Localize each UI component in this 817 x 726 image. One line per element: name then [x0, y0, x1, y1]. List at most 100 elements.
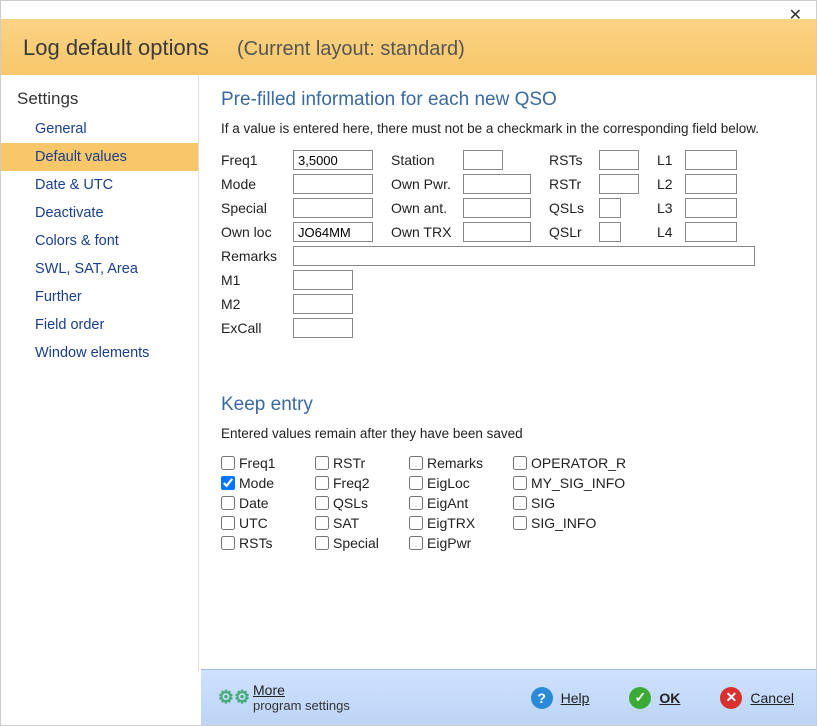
main-panel: Pre-filled information for each new QSO … [199, 75, 816, 671]
checkbox[interactable] [513, 476, 527, 490]
input-excall[interactable] [293, 318, 353, 338]
label-m1: M1 [221, 272, 293, 288]
ok-icon: ✓ [629, 687, 651, 709]
input-ownloc[interactable] [293, 222, 373, 242]
checkbox-label: SIG [531, 495, 555, 511]
sidebar-item-field-order[interactable]: Field order [1, 311, 198, 339]
label-station: Station [391, 152, 463, 168]
keep-check-eigpwr[interactable]: EigPwr [409, 535, 509, 551]
keep-check-freq2[interactable]: Freq2 [315, 475, 405, 491]
header-layout: (Current layout: standard) [237, 38, 465, 61]
checkbox[interactable] [409, 456, 423, 470]
checkbox-label: MY_SIG_INFO [531, 475, 625, 491]
prefilled-grid: Freq1 Station RSTs L1 Mode Own Pwr. RSTr… [221, 150, 794, 242]
label-rsts: RSTs [549, 152, 599, 168]
prefilled-note: If a value is entered here, there must n… [221, 121, 794, 136]
input-l3[interactable] [685, 198, 737, 218]
input-ownant[interactable] [463, 198, 531, 218]
checkbox[interactable] [221, 456, 235, 470]
input-m1[interactable] [293, 270, 353, 290]
input-mode[interactable] [293, 174, 373, 194]
checkbox-label: Freq1 [239, 455, 276, 471]
checkbox[interactable] [315, 476, 329, 490]
keep-check-sig[interactable]: SIG [513, 495, 643, 511]
checkbox-label: SAT [333, 515, 359, 531]
checkbox[interactable] [513, 496, 527, 510]
label-mode: Mode [221, 176, 293, 192]
help-icon: ? [531, 687, 553, 709]
keep-check-remarks[interactable]: Remarks [409, 455, 509, 471]
label-l2: L2 [657, 176, 685, 192]
input-rstr[interactable] [599, 174, 639, 194]
sidebar-item-swl-sat-area[interactable]: SWL, SAT, Area [1, 255, 198, 283]
close-button[interactable]: ✕ [781, 3, 810, 27]
checkbox[interactable] [513, 456, 527, 470]
input-qsls[interactable] [599, 198, 621, 218]
checkbox[interactable] [315, 536, 329, 550]
keep-check-operator-r[interactable]: OPERATOR_R [513, 455, 643, 471]
keep-check-utc[interactable]: UTC [221, 515, 311, 531]
checkbox[interactable] [221, 536, 235, 550]
label-qsls: QSLs [549, 200, 599, 216]
input-qslr[interactable] [599, 222, 621, 242]
checkbox-label: Freq2 [333, 475, 370, 491]
keep-check-rstr[interactable]: RSTr [315, 455, 405, 471]
label-qslr: QSLr [549, 224, 599, 240]
prefilled-title: Pre-filled information for each new QSO [221, 89, 794, 111]
checkbox[interactable] [221, 496, 235, 510]
keep-check-sig-info[interactable]: SIG_INFO [513, 515, 643, 531]
input-freq1[interactable] [293, 150, 373, 170]
keep-check-my-sig-info[interactable]: MY_SIG_INFO [513, 475, 643, 491]
ok-button[interactable]: ✓ OK [629, 687, 680, 709]
header: Log default options (Current layout: sta… [1, 19, 816, 75]
sidebar-item-further[interactable]: Further [1, 283, 198, 311]
checkbox[interactable] [221, 516, 235, 530]
checkbox[interactable] [409, 536, 423, 550]
keep-check-special[interactable]: Special [315, 535, 405, 551]
keep-check-date[interactable]: Date [221, 495, 311, 511]
input-station[interactable] [463, 150, 503, 170]
checkbox[interactable] [221, 476, 235, 490]
input-rsts[interactable] [599, 150, 639, 170]
input-ownpwr[interactable] [463, 174, 531, 194]
label-freq1: Freq1 [221, 152, 293, 168]
input-owntrx[interactable] [463, 222, 531, 242]
keep-check-eigtrx[interactable]: EigTRX [409, 515, 509, 531]
sidebar-item-default-values[interactable]: Default values [1, 143, 198, 171]
keep-check-eigant[interactable]: EigAnt [409, 495, 509, 511]
keep-check-sat[interactable]: SAT [315, 515, 405, 531]
sidebar-title: Settings [1, 85, 198, 115]
sidebar-item-window-elements[interactable]: Window elements [1, 339, 198, 367]
keep-grid: Freq1 RSTrRemarksOPERATOR_R Mode Freq2 EigLo… [221, 455, 794, 551]
gears-icon: ⚙⚙ [223, 687, 245, 709]
checkbox[interactable] [315, 496, 329, 510]
input-special[interactable] [293, 198, 373, 218]
label-excall: ExCall [221, 320, 293, 336]
more-settings-button[interactable]: ⚙⚙ More program settings [223, 682, 350, 713]
label-ownant: Own ant. [391, 200, 463, 216]
checkbox[interactable] [315, 516, 329, 530]
checkbox[interactable] [409, 476, 423, 490]
keep-check-freq1[interactable]: Freq1 [221, 455, 311, 471]
sidebar-item-colors-font[interactable]: Colors & font [1, 227, 198, 255]
checkbox[interactable] [409, 496, 423, 510]
checkbox[interactable] [513, 516, 527, 530]
input-remarks[interactable] [293, 246, 755, 266]
input-l4[interactable] [685, 222, 737, 242]
cancel-button[interactable]: ✕ Cancel [720, 687, 794, 709]
sidebar-item-date-utc[interactable]: Date & UTC [1, 171, 198, 199]
checkbox-label: Mode [239, 475, 274, 491]
input-m2[interactable] [293, 294, 353, 314]
input-l1[interactable] [685, 150, 737, 170]
sidebar-item-deactivate[interactable]: Deactivate [1, 199, 198, 227]
keep-check-qsls[interactable]: QSLs [315, 495, 405, 511]
keep-check-rsts[interactable]: RSTs [221, 535, 311, 551]
checkbox[interactable] [315, 456, 329, 470]
checkbox[interactable] [409, 516, 423, 530]
help-button[interactable]: ? Help [531, 687, 590, 709]
sidebar-item-general[interactable]: General [1, 115, 198, 143]
label-rstr: RSTr [549, 176, 599, 192]
keep-check-eigloc[interactable]: EigLoc [409, 475, 509, 491]
input-l2[interactable] [685, 174, 737, 194]
keep-check-mode[interactable]: Mode [221, 475, 311, 491]
